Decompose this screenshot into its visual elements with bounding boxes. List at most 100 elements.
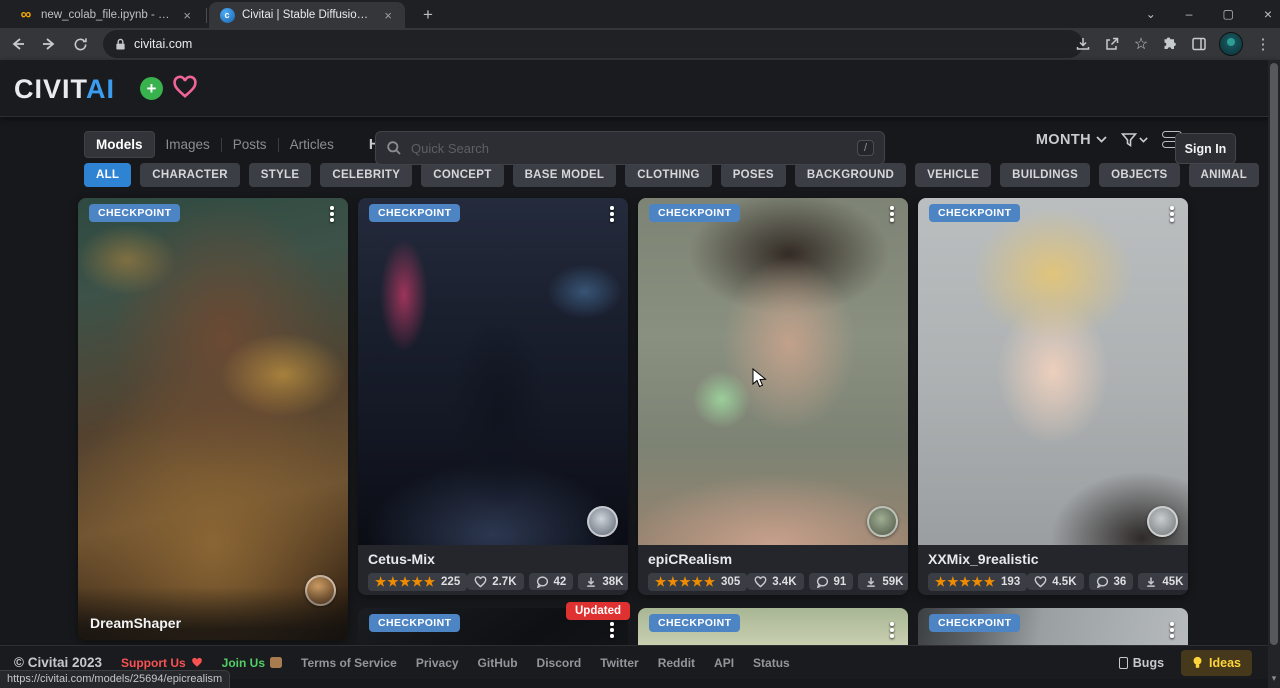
tab-close-icon[interactable]: × xyxy=(180,8,194,23)
model-title: Cetus-Mix xyxy=(368,551,618,567)
model-card-xxmix-9realistic[interactable]: CHECKPOINT XXMix_9realistic ★★★★★ 193 4.… xyxy=(918,198,1188,595)
forward-icon[interactable] xyxy=(36,31,62,57)
model-card-dreamshaper[interactable]: CHECKPOINT DreamShaper xyxy=(78,198,348,640)
downloads-pill[interactable]: 38K xyxy=(578,573,628,590)
browser-profile-avatar[interactable] xyxy=(1219,32,1243,56)
back-icon[interactable] xyxy=(5,31,31,57)
scrollbar-thumb[interactable] xyxy=(1270,63,1278,645)
category-buildings[interactable]: BUILDINGS xyxy=(1000,163,1090,187)
footer-link-twitter[interactable]: Twitter xyxy=(600,656,638,670)
comments-count: 91 xyxy=(834,576,847,588)
quick-search-box[interactable]: / xyxy=(375,131,885,165)
new-tab-button[interactable]: + xyxy=(417,5,439,28)
category-objects[interactable]: OBJECTS xyxy=(1099,163,1179,187)
category-character[interactable]: CHARACTER xyxy=(140,163,240,187)
sign-in-button[interactable]: Sign In xyxy=(1175,133,1236,164)
favorites-heart-icon[interactable] xyxy=(172,75,198,104)
tab-articles[interactable]: Articles xyxy=(279,132,345,157)
footer-link-status[interactable]: Status xyxy=(753,656,790,670)
bookmark-star-icon[interactable]: ☆ xyxy=(1132,35,1150,53)
create-plus-icon[interactable]: + xyxy=(140,77,163,100)
tab-images[interactable]: Images xyxy=(155,132,221,157)
category-all[interactable]: ALL xyxy=(84,163,131,187)
footer-link-discord[interactable]: Discord xyxy=(537,656,582,670)
browser-tab-strip: ∞ new_colab_file.ipynb - Colaborat × c C… xyxy=(0,0,1280,28)
support-us-link[interactable]: Support Us xyxy=(121,656,203,670)
category-concept[interactable]: CONCEPT xyxy=(421,163,503,187)
extensions-puzzle-icon[interactable] xyxy=(1161,35,1179,53)
card-menu-icon[interactable] xyxy=(1166,206,1178,222)
likes-count: 2.7K xyxy=(492,576,516,588)
card-menu-icon[interactable] xyxy=(886,622,898,638)
checkpoint-badge: CHECKPOINT xyxy=(929,614,1020,632)
card-menu-icon[interactable] xyxy=(606,206,618,222)
creator-avatar[interactable] xyxy=(1147,506,1178,537)
checkpoint-badge: CHECKPOINT xyxy=(649,614,740,632)
comments-pill[interactable]: 36 xyxy=(1089,573,1134,590)
footer-link-github[interactable]: GitHub xyxy=(478,656,518,670)
tab-search-icon[interactable]: ⌄ xyxy=(1146,7,1156,21)
rating-pill[interactable]: ★★★★★ 193 xyxy=(928,573,1027,591)
scrollbar-down-icon[interactable]: ▾ xyxy=(1268,673,1280,684)
window-maximize-button[interactable]: ▢ xyxy=(1222,7,1233,21)
filter-button[interactable] xyxy=(1121,132,1148,148)
heart-icon xyxy=(1034,576,1047,588)
category-celebrity[interactable]: CELEBRITY xyxy=(320,163,412,187)
card-menu-icon[interactable] xyxy=(326,206,338,222)
category-clothing[interactable]: CLOTHING xyxy=(625,163,711,187)
rating-pill[interactable]: ★★★★★ 225 xyxy=(368,573,467,591)
tab-civitai[interactable]: c Civitai | Stable Diffusion models, × xyxy=(209,2,405,28)
rating-pill[interactable]: ★★★★★ 305 xyxy=(648,573,747,591)
likes-pill[interactable]: 2.7K xyxy=(467,573,523,590)
footer-link-api[interactable]: API xyxy=(714,656,734,670)
window-minimize-button[interactable]: – xyxy=(1186,7,1193,21)
category-base-model[interactable]: BASE MODEL xyxy=(513,163,617,187)
footer-link-reddit[interactable]: Reddit xyxy=(658,656,695,670)
category-vehicle[interactable]: VEHICLE xyxy=(915,163,991,187)
category-background[interactable]: BACKGROUND xyxy=(795,163,906,187)
filter-funnel-icon xyxy=(1121,132,1137,148)
page-scrollbar[interactable]: ▾ xyxy=(1268,60,1280,688)
category-style[interactable]: STYLE xyxy=(249,163,312,187)
civitai-logo[interactable]: CIVITAI xyxy=(14,74,115,105)
model-card-cetus-mix[interactable]: CHECKPOINT Cetus-Mix ★★★★★ 225 2.7K xyxy=(358,198,628,595)
heart-icon xyxy=(754,576,767,588)
tab-close-icon[interactable]: × xyxy=(381,8,395,23)
comments-pill[interactable]: 91 xyxy=(809,573,854,590)
reload-icon[interactable] xyxy=(67,31,93,57)
window-close-button[interactable]: × xyxy=(1264,6,1272,22)
category-poses[interactable]: POSES xyxy=(721,163,786,187)
downloads-pill[interactable]: 59K xyxy=(858,573,908,590)
address-bar[interactable]: civitai.com xyxy=(103,30,1083,58)
search-input[interactable] xyxy=(411,141,848,156)
ideas-button[interactable]: Ideas xyxy=(1181,650,1252,676)
footer-link-terms[interactable]: Terms of Service xyxy=(301,656,397,670)
checkpoint-badge: CHECKPOINT xyxy=(369,614,460,632)
card-menu-icon[interactable] xyxy=(1166,622,1178,638)
tab-models[interactable]: Models xyxy=(84,131,155,158)
tab-posts[interactable]: Posts xyxy=(222,132,278,157)
download-page-icon[interactable] xyxy=(1074,35,1092,53)
checkpoint-badge: CHECKPOINT xyxy=(649,204,740,222)
tab-title: new_colab_file.ipynb - Colaborat xyxy=(41,9,173,21)
category-animal[interactable]: ANIMAL xyxy=(1189,163,1260,187)
card-menu-icon[interactable] xyxy=(886,206,898,222)
browser-menu-icon[interactable]: ⋮ xyxy=(1254,35,1272,53)
period-dropdown[interactable]: MONTH xyxy=(1036,132,1107,148)
model-card-epicrealism[interactable]: CHECKPOINT epiCRealism ★★★★★ 305 3.4K xyxy=(638,198,908,595)
creator-avatar[interactable] xyxy=(867,506,898,537)
footer-link-privacy[interactable]: Privacy xyxy=(416,656,459,670)
card-menu-icon[interactable] xyxy=(606,622,618,638)
downloads-pill[interactable]: 45K xyxy=(1138,573,1188,590)
share-icon[interactable] xyxy=(1103,35,1121,53)
join-us-link[interactable]: Join Us xyxy=(222,656,282,670)
model-title: DreamShaper xyxy=(78,587,348,640)
likes-pill[interactable]: 3.4K xyxy=(747,573,803,590)
comments-pill[interactable]: 42 xyxy=(529,573,574,590)
side-panel-icon[interactable] xyxy=(1190,35,1208,53)
bugs-link[interactable]: Bugs xyxy=(1119,656,1164,670)
category-filter-bar: ALL CHARACTER STYLE CELEBRITY CONCEPT BA… xyxy=(84,163,1189,187)
likes-pill[interactable]: 4.5K xyxy=(1027,573,1083,590)
creator-avatar[interactable] xyxy=(587,506,618,537)
tab-colab[interactable]: ∞ new_colab_file.ipynb - Colaborat × xyxy=(8,2,204,28)
